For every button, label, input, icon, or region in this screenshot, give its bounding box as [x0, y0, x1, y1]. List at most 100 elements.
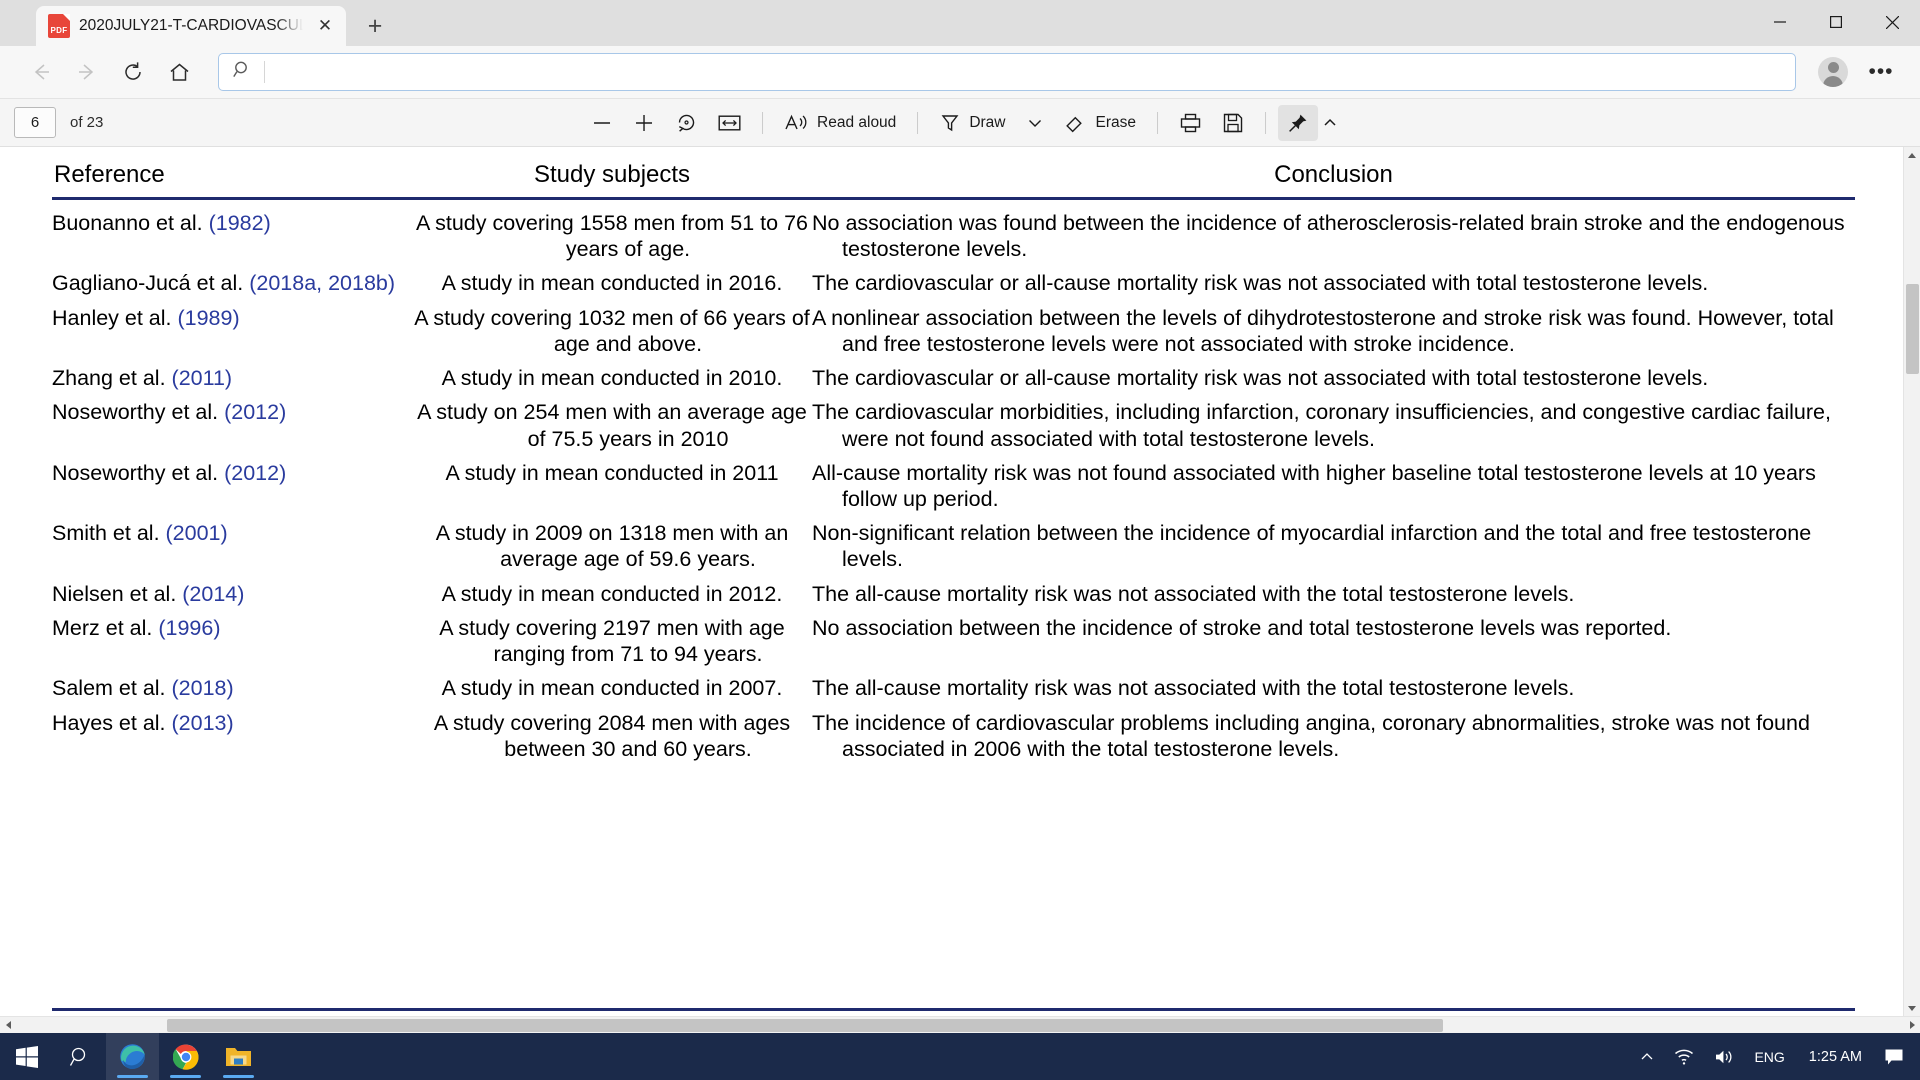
- reference-year-link[interactable]: (2012): [224, 400, 286, 424]
- browser-settings-more-icon[interactable]: •••: [1860, 51, 1902, 93]
- toolbar-divider: [762, 111, 764, 134]
- page-count-label: of 23: [70, 114, 104, 131]
- back-button[interactable]: [20, 51, 62, 93]
- start-button[interactable]: [0, 1033, 53, 1080]
- toolbar-divider-3: [1156, 111, 1158, 134]
- fit-to-width-icon[interactable]: [709, 105, 750, 141]
- chrome-button[interactable]: [159, 1033, 212, 1080]
- cell-conclusion: The cardiovascular or all-cause mortalit…: [812, 266, 1855, 300]
- cell-study-subjects: A study covering 2197 men with age rangi…: [412, 611, 812, 671]
- address-bar-input-wrapper[interactable]: [218, 53, 1796, 91]
- browser-tab[interactable]: PDF 2020JULY21-T-CARDIOVASCULA ✕: [36, 6, 346, 46]
- reference-year-link[interactable]: (2001): [166, 521, 228, 545]
- conclusion-text: All-cause mortality risk was not found a…: [812, 460, 1816, 511]
- reference-author: Hayes et al.: [52, 710, 172, 735]
- reference-year-link[interactable]: (2013): [172, 711, 234, 735]
- cell-study-subjects: A study covering 1032 men of 66 years of…: [412, 301, 812, 361]
- cell-conclusion: The all-cause mortality risk was not ass…: [812, 577, 1855, 611]
- maximize-window-icon[interactable]: [1808, 0, 1864, 44]
- conclusion-text: The cardiovascular or all-cause mortalit…: [812, 271, 1709, 296]
- reference-year-link[interactable]: (1996): [158, 616, 220, 640]
- pdf-page: Reference Study subjects Conclusion Buon…: [0, 147, 1903, 1016]
- address-input[interactable]: [264, 61, 1781, 83]
- edge-button[interactable]: [106, 1033, 159, 1080]
- print-icon[interactable]: [1170, 105, 1211, 141]
- file-explorer-button[interactable]: [212, 1033, 265, 1080]
- zoom-in-button[interactable]: [624, 105, 664, 141]
- cell-study-subjects: A study covering 1558 men from 51 to 76 …: [412, 199, 812, 267]
- vertical-scroll-thumb[interactable]: [1905, 284, 1919, 374]
- table-row: Noseworthy et al. (2012) A study in mean …: [52, 456, 1855, 516]
- scroll-down-arrow-icon[interactable]: [1904, 999, 1920, 1016]
- table-row: Smith et al. (2001) A study in 2009 on 13…: [52, 516, 1855, 576]
- system-tray: ENG 1:25 AM: [1630, 1033, 1920, 1080]
- table-row: Salem et al. (2018) A study in mean condu…: [52, 671, 1855, 705]
- reference-year-link[interactable]: (1989): [177, 306, 239, 330]
- study-subjects-text: A study covering 2084 men with ages betw…: [433, 710, 791, 761]
- language-indicator[interactable]: ENG: [1744, 1049, 1794, 1065]
- close-window-icon[interactable]: [1864, 0, 1920, 44]
- clock[interactable]: 1:25 AM: [1795, 1049, 1876, 1065]
- conclusion-text: The cardiovascular morbidities, includin…: [812, 400, 1831, 451]
- erase-label: Erase: [1095, 113, 1136, 131]
- cell-reference: Hayes et al. (2013): [52, 706, 412, 766]
- table-header-row: Reference Study subjects Conclusion: [52, 161, 1855, 199]
- cell-conclusion: The cardiovascular morbidities, includin…: [812, 395, 1855, 455]
- draw-options-chevron-down-icon[interactable]: [1016, 105, 1054, 141]
- study-subjects-text: A study covering 2197 men with age rangi…: [439, 615, 785, 667]
- reference-year-link[interactable]: (1982): [209, 211, 271, 235]
- scroll-left-arrow-icon[interactable]: [0, 1017, 17, 1034]
- cell-study-subjects: A study on 254 men with an average age o…: [412, 395, 812, 455]
- page-number-input[interactable]: 6: [14, 107, 56, 138]
- reference-year-link[interactable]: (2018): [172, 676, 234, 700]
- table-body: Buonanno et al. (1982) A study covering 1…: [52, 199, 1855, 766]
- conclusion-text: The all-cause mortality risk was not ass…: [812, 581, 1575, 606]
- scroll-right-arrow-icon[interactable]: [1903, 1017, 1920, 1034]
- horizontal-scroll-thumb[interactable]: [167, 1018, 1443, 1032]
- window-controls: [1752, 0, 1920, 44]
- study-subjects-text: A study in 2009 on 1318 men with an aver…: [435, 521, 789, 572]
- reference-author: Noseworthy et al.: [52, 460, 225, 485]
- cell-reference: Salem et al. (2018): [52, 671, 412, 705]
- wifi-icon[interactable]: [1664, 1033, 1704, 1080]
- reference-author: Hanley et al.: [52, 305, 178, 330]
- notification-icon[interactable]: [1876, 1033, 1920, 1080]
- read-aloud-button[interactable]: Read aloud: [775, 105, 905, 141]
- show-hidden-icons-chevron-up-icon[interactable]: [1630, 1033, 1664, 1080]
- study-table: Reference Study subjects Conclusion Buon…: [52, 161, 1855, 766]
- vertical-scroll-track[interactable]: [1904, 164, 1920, 999]
- pin-toolbar-icon[interactable]: [1277, 104, 1318, 141]
- save-icon[interactable]: [1213, 105, 1253, 141]
- reference-year-link[interactable]: (2012): [224, 461, 286, 485]
- speaker-icon[interactable]: [1704, 1033, 1744, 1080]
- reference-author: Smith et al.: [52, 521, 166, 546]
- home-button[interactable]: [158, 51, 200, 93]
- column-header-study-subjects: Study subjects: [533, 161, 691, 188]
- search-button[interactable]: [53, 1033, 106, 1080]
- conclusion-text: Non-significant relation between the inc…: [812, 521, 1812, 572]
- horizontal-scrollbar[interactable]: [0, 1016, 1920, 1033]
- reference-year-link[interactable]: (2014): [182, 582, 244, 606]
- table-row: Hayes et al. (2013) A study covering 2084…: [52, 706, 1855, 766]
- conclusion-text: No association between the incidence of …: [812, 615, 1672, 640]
- collapse-toolbar-chevron-up-icon[interactable]: [1322, 115, 1338, 131]
- profile-avatar[interactable]: [1818, 57, 1848, 87]
- reference-year-link[interactable]: (2018a, 2018b): [249, 271, 395, 295]
- cell-study-subjects: A study in mean conducted in 2007.: [412, 671, 812, 705]
- zoom-out-button[interactable]: [582, 105, 622, 141]
- scroll-up-arrow-icon[interactable]: [1904, 147, 1920, 164]
- minimize-window-icon[interactable]: [1752, 0, 1808, 44]
- refresh-button[interactable]: [112, 51, 154, 93]
- horizontal-scroll-track[interactable]: [17, 1017, 1903, 1034]
- rotate-icon[interactable]: [666, 105, 707, 141]
- new-tab-button[interactable]: +: [358, 9, 392, 43]
- reference-year-link[interactable]: (2011): [172, 366, 233, 390]
- table-row: Zhang et al. (2011) A study in mean condu…: [52, 361, 1855, 395]
- erase-button[interactable]: Erase: [1056, 105, 1145, 141]
- pdf-document-area[interactable]: Reference Study subjects Conclusion Buon…: [0, 147, 1920, 1033]
- close-tab-icon[interactable]: ✕: [312, 13, 338, 39]
- cell-conclusion: No association between the incidence of …: [812, 611, 1855, 671]
- forward-button[interactable]: [66, 51, 108, 93]
- vertical-scrollbar[interactable]: [1903, 147, 1920, 1016]
- draw-button[interactable]: Draw: [930, 105, 1014, 141]
